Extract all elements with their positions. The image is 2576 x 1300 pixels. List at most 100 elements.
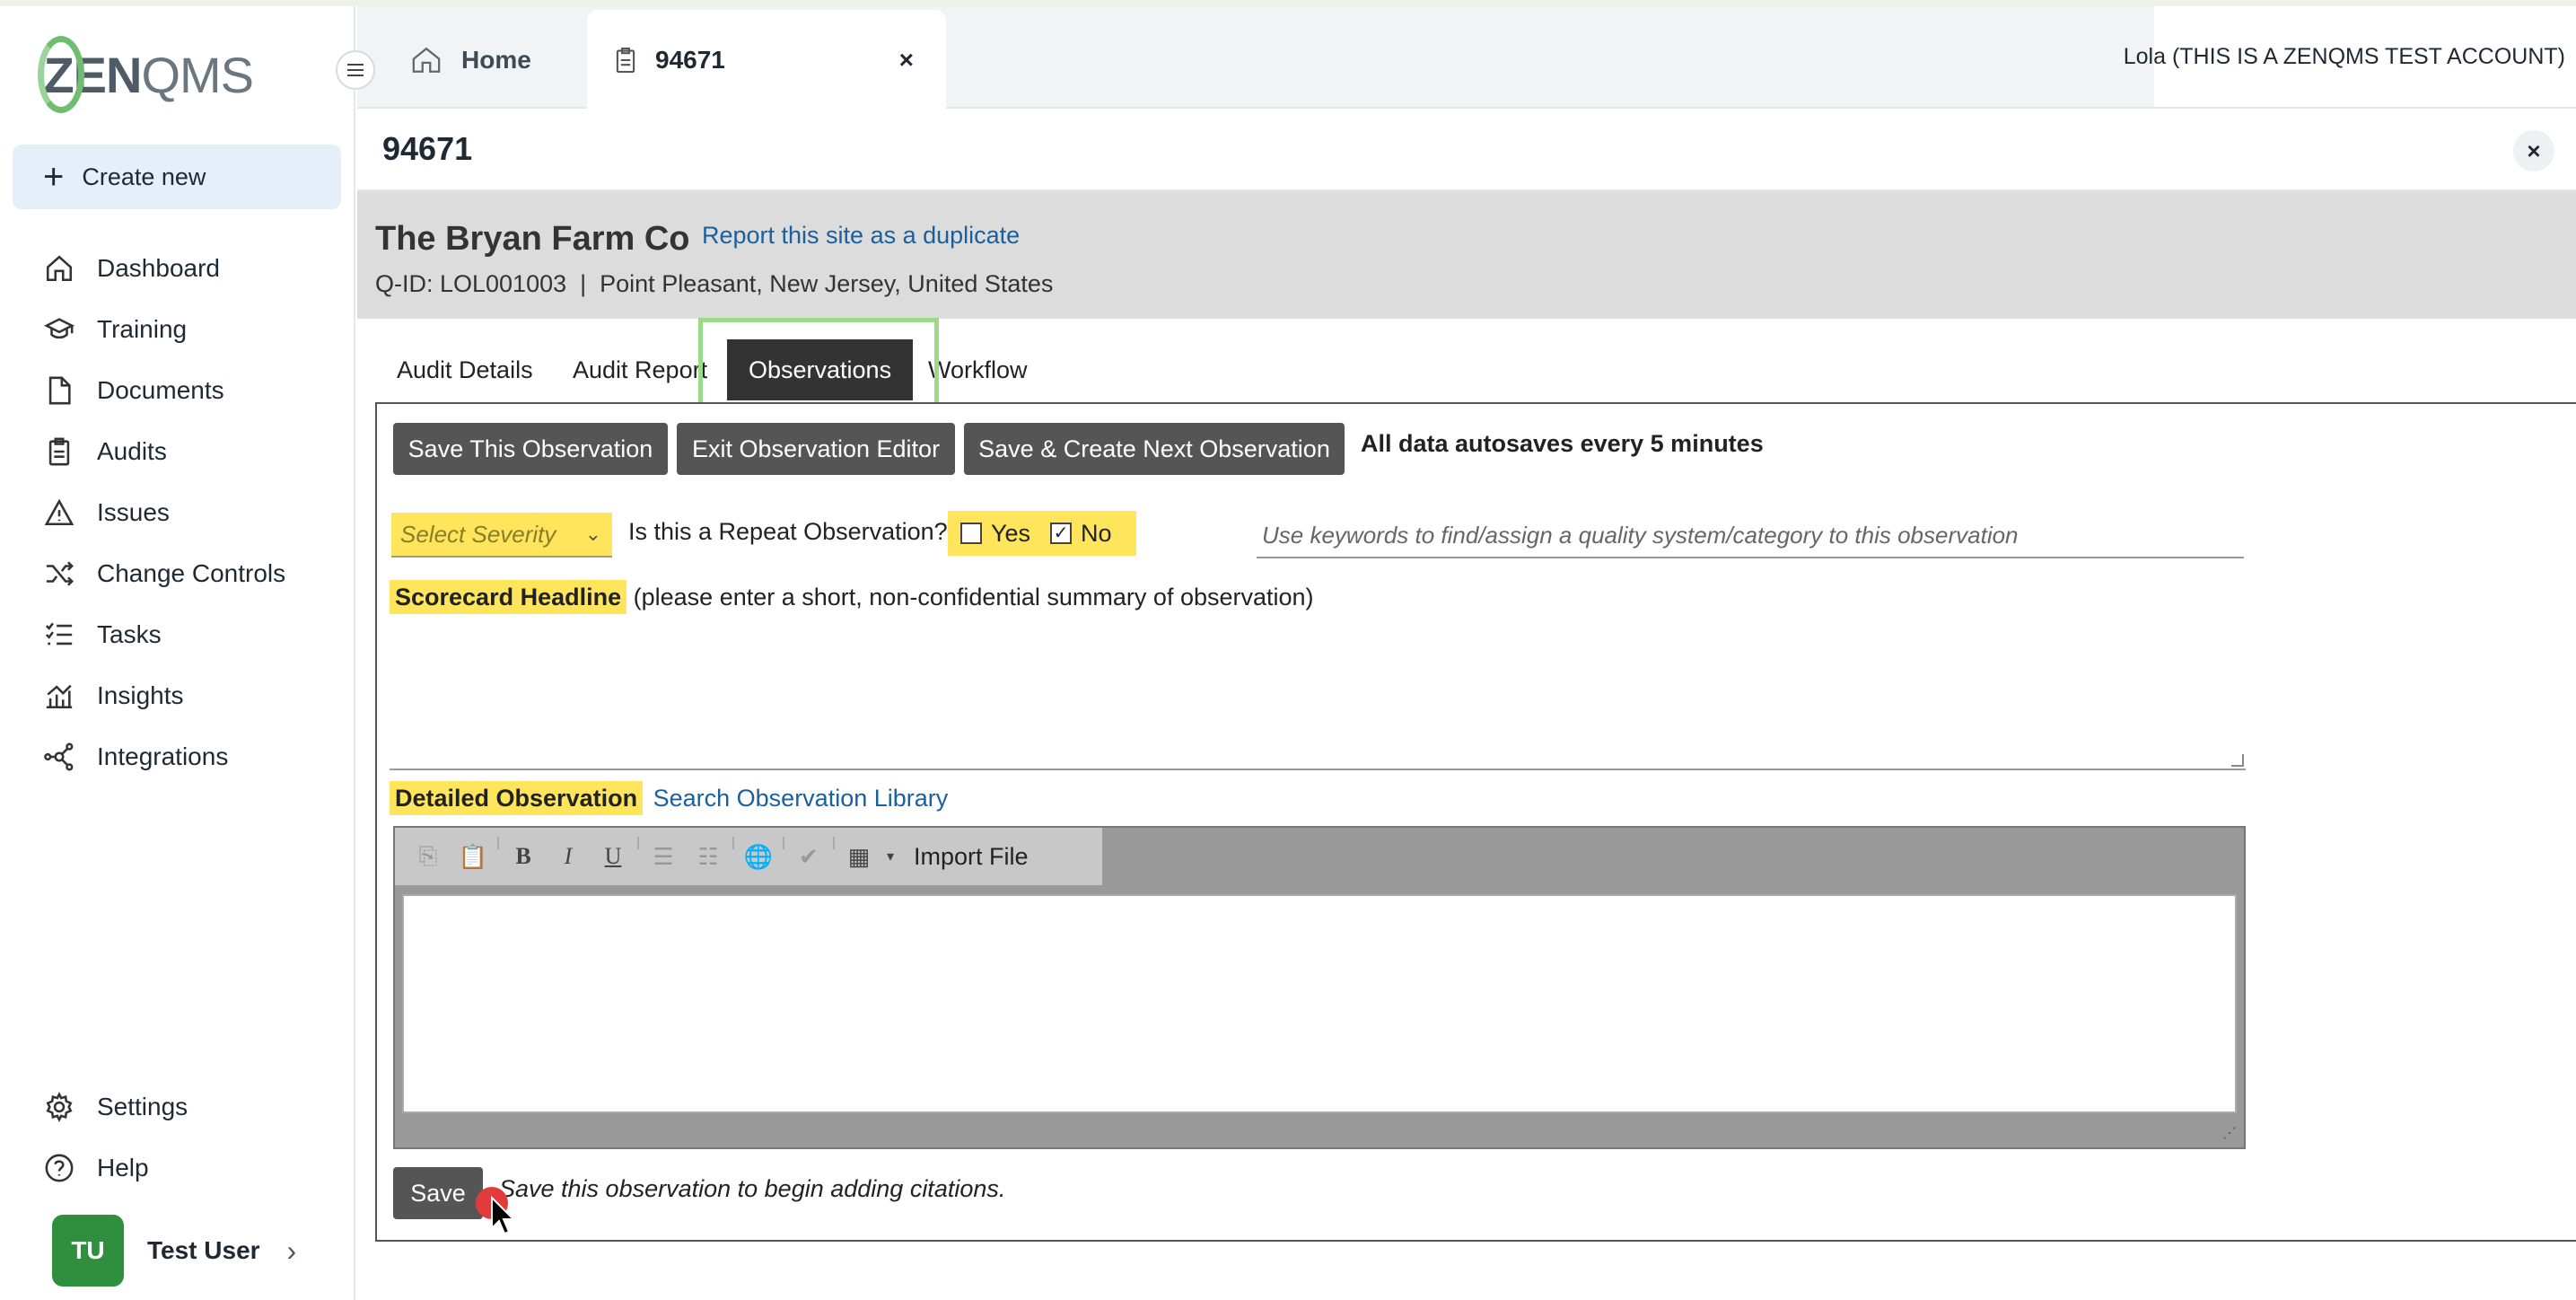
tab-close-icon[interactable]: × bbox=[899, 46, 914, 75]
table-icon[interactable]: ▦ bbox=[837, 834, 881, 879]
bulleted-list-icon[interactable]: ☷ bbox=[686, 834, 731, 879]
page-title: 94671 bbox=[382, 130, 473, 167]
mouse-cursor-icon bbox=[474, 1185, 516, 1242]
headline-label-row: Scorecard Headline (please enter a short… bbox=[390, 580, 1314, 614]
underline-icon[interactable]: U bbox=[591, 834, 635, 879]
sidebar-item-label: Help bbox=[97, 1154, 149, 1181]
sidebar-item-training[interactable]: Training bbox=[0, 299, 355, 360]
sidebar-item-label: Audits bbox=[97, 437, 167, 465]
paste-icon[interactable]: 📋 bbox=[451, 834, 495, 879]
keywords-input[interactable]: Use keywords to find/assign a quality sy… bbox=[1257, 514, 2244, 558]
resize-grip-icon[interactable]: ⋰ bbox=[2222, 1124, 2237, 1142]
shuffle-icon bbox=[41, 556, 77, 592]
warning-icon bbox=[41, 495, 77, 531]
import-file-button[interactable]: Import File bbox=[914, 843, 1029, 871]
record-header: 94671 × bbox=[357, 109, 2576, 191]
spellcheck-icon[interactable]: ✔ bbox=[786, 834, 831, 879]
user-name: Test User bbox=[147, 1236, 260, 1264]
tab-workflow[interactable]: Workflow bbox=[928, 339, 1028, 400]
close-record-button[interactable]: × bbox=[2513, 130, 2554, 171]
sidebar-item-settings[interactable]: Settings bbox=[0, 1076, 355, 1138]
sidebar-item-issues[interactable]: Issues bbox=[0, 482, 355, 543]
search-library-link[interactable]: Search Observation Library bbox=[653, 785, 949, 812]
tab-home[interactable]: Home bbox=[411, 33, 531, 87]
checklist-icon bbox=[41, 617, 77, 653]
copy-icon[interactable]: ⎘ bbox=[406, 834, 451, 879]
chevron-right-icon: › bbox=[286, 1234, 297, 1267]
save-this-observation-button[interactable]: Save This Observation bbox=[393, 423, 668, 475]
severity-select[interactable]: Select Severity ⌄ bbox=[391, 513, 612, 558]
editor-toolbar: ⎘ 📋 B I U ☰ ☷ 🌐 ✔ ▦ ▾ Import File bbox=[395, 828, 1102, 885]
sidebar-item-tasks[interactable]: Tasks bbox=[0, 604, 355, 665]
sidebar-item-documents[interactable]: Documents bbox=[0, 360, 355, 421]
headline-label: Scorecard Headline bbox=[390, 580, 627, 614]
italic-icon[interactable]: I bbox=[546, 834, 591, 879]
tab-record-label: 94671 bbox=[655, 46, 725, 74]
sidebar-item-label: Insights bbox=[97, 681, 184, 709]
logo-ring-icon bbox=[38, 36, 85, 113]
editor-body[interactable] bbox=[402, 894, 2237, 1113]
save-hint: Save this observation to begin adding ci… bbox=[499, 1175, 1006, 1202]
create-new-label: Create new bbox=[82, 162, 206, 190]
sidebar-item-dashboard[interactable]: Dashboard bbox=[0, 238, 355, 299]
avatar: TU bbox=[52, 1215, 124, 1287]
account-label[interactable]: Lola (THIS IS A ZENQMS TEST ACCOUNT) bbox=[2124, 6, 2576, 107]
clipboard-icon bbox=[41, 434, 77, 470]
yes-checkbox[interactable] bbox=[960, 523, 982, 544]
numbered-list-icon[interactable]: ☰ bbox=[641, 834, 686, 879]
network-icon bbox=[41, 739, 77, 775]
clipboard-icon bbox=[614, 46, 637, 75]
yes-label: Yes bbox=[991, 519, 1031, 547]
no-checkbox[interactable]: ✓ bbox=[1050, 523, 1073, 544]
sidebar-item-integrations[interactable]: Integrations bbox=[0, 726, 355, 787]
sidebar-item-insights[interactable]: Insights bbox=[0, 665, 355, 726]
sidebar-item-label: Issues bbox=[97, 498, 170, 526]
record-tabs: Audit Details Audit Report Observations … bbox=[375, 332, 1048, 404]
tab-observations[interactable]: Observations bbox=[727, 339, 914, 400]
dropdown-arrow-icon[interactable]: ▾ bbox=[881, 834, 899, 879]
site-meta: Q-ID: LOL001003 | Point Pleasant, New Je… bbox=[375, 270, 1054, 297]
sidebar-collapse-button[interactable] bbox=[336, 50, 375, 90]
sidebar-item-label: Documents bbox=[97, 376, 224, 404]
bold-icon[interactable]: B bbox=[501, 834, 546, 879]
chevron-down-icon: ⌄ bbox=[584, 523, 601, 545]
sidebar-item-label: Tasks bbox=[97, 620, 162, 648]
tab-record[interactable]: 94671 × bbox=[587, 10, 946, 110]
exit-observation-editor-button[interactable]: Exit Observation Editor bbox=[677, 423, 955, 475]
sidebar-item-label: Dashboard bbox=[97, 254, 220, 282]
save-button[interactable]: Save bbox=[393, 1167, 483, 1219]
tab-bar: Home 94671 × Lola (THIS IS A ZENQMS TEST… bbox=[357, 6, 2576, 110]
detailed-label-row: Detailed Observation Search Observation … bbox=[390, 781, 949, 815]
autosave-note: All data autosaves every 5 minutes bbox=[1361, 430, 1764, 457]
save-create-next-button[interactable]: Save & Create Next Observation bbox=[964, 423, 1345, 475]
headline-hint: (please enter a short, non-confidential … bbox=[633, 584, 1314, 610]
home-icon bbox=[411, 46, 442, 75]
site-name: The Bryan Farm Co bbox=[375, 220, 690, 258]
sidebar-item-change-controls[interactable]: Change Controls bbox=[0, 543, 355, 604]
headline-textarea[interactable] bbox=[390, 621, 2246, 770]
sidebar-item-label: Training bbox=[97, 315, 188, 343]
resize-handle-icon[interactable] bbox=[2231, 754, 2244, 767]
sidebar-bottom-nav: Settings Help bbox=[0, 1076, 355, 1199]
tab-home-label: Home bbox=[461, 46, 531, 74]
sidebar: ZENQMS + Create new Dashboard Training D… bbox=[0, 6, 355, 1300]
sidebar-nav: Dashboard Training Documents Audits Issu… bbox=[0, 238, 355, 787]
no-label: No bbox=[1081, 519, 1112, 547]
create-new-button[interactable]: + Create new bbox=[13, 145, 341, 209]
tab-audit-details[interactable]: Audit Details bbox=[397, 339, 533, 400]
user-menu[interactable]: TU Test User › bbox=[52, 1215, 296, 1287]
rich-text-editor: ⎘ 📋 B I U ☰ ☷ 🌐 ✔ ▦ ▾ Import File ⋰ bbox=[393, 826, 2246, 1149]
severity-placeholder: Select Severity bbox=[400, 520, 556, 548]
menu-icon bbox=[347, 64, 364, 76]
sidebar-item-label: Settings bbox=[97, 1093, 188, 1120]
sidebar-item-help[interactable]: Help bbox=[0, 1138, 355, 1199]
report-duplicate-link[interactable]: Report this site as a duplicate bbox=[702, 222, 1020, 250]
sidebar-item-label: Change Controls bbox=[97, 559, 286, 587]
zenqms-logo[interactable]: ZENQMS bbox=[38, 31, 254, 118]
sidebar-item-audits[interactable]: Audits bbox=[0, 421, 355, 482]
help-icon bbox=[41, 1150, 77, 1186]
link-icon[interactable]: 🌐 bbox=[736, 834, 781, 879]
top-accent-line bbox=[0, 0, 2576, 6]
plus-icon: + bbox=[43, 157, 65, 197]
tab-audit-report[interactable]: Audit Report bbox=[573, 339, 707, 400]
